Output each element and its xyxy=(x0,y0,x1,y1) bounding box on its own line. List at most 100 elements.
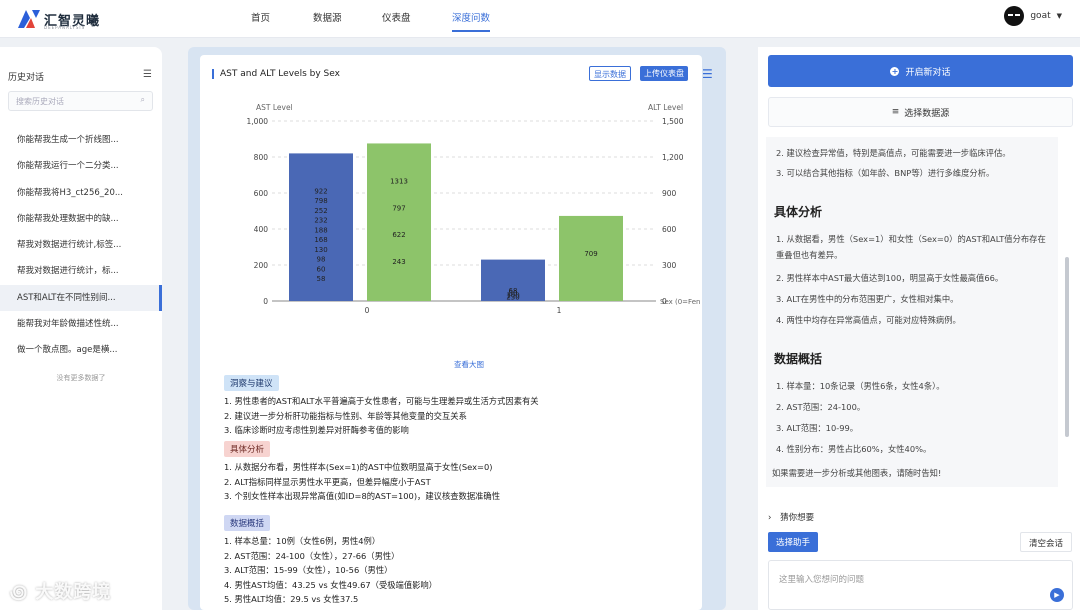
chat-item: 1. 样本量：10条记录（男性6条，女性4条）。 xyxy=(776,381,945,391)
history-list: 你能帮我生成一个折线图... 你能帮我运行一个二分类... 你能帮我将H3_ct25… xyxy=(0,127,162,364)
y-left-label: AST Level xyxy=(256,103,293,112)
send-icon[interactable]: ▶ xyxy=(1050,588,1064,602)
top-nav: 汇智灵曦 DEEPANALYSIS 首页 数据源 仪表盘 深度问数 goat ▼ xyxy=(0,0,1080,38)
chat-item: 3. ALT在男性中的分布范围更广，女性相对集中。 xyxy=(776,294,959,304)
bar-label: 188 xyxy=(314,226,327,234)
y-right-tick: 1,200 xyxy=(662,153,684,162)
x-axis-label: Sex (0=Fen xyxy=(660,298,700,306)
no-more-text: 没有更多数据了 xyxy=(56,374,106,382)
y-right-label: ALT Level xyxy=(648,103,683,112)
chart-card: AST and ALT Levels by Sex 显示数据 上传仪表盘 ☰ A… xyxy=(200,55,713,610)
history-item[interactable]: 帮我对数据进行统计,标签... xyxy=(0,232,162,258)
database-icon: ≡ xyxy=(891,107,900,117)
bar-chart: AST Level ALT Level 0 200 400 600 800 1,000 0 300… xyxy=(247,103,701,315)
chat-scrollbar[interactable] xyxy=(1065,257,1069,437)
guess-toggle[interactable]: › 猜你想要 xyxy=(768,511,814,523)
bar-label: 60 xyxy=(317,265,326,273)
bar-label: 709 xyxy=(584,250,597,258)
analysis-list: 1. 从数据分布看，男性样本(Sex=1)的AST中位数明显高于女性(Sex=0… xyxy=(224,460,500,504)
new-chat-button[interactable]: + 开启新对话 xyxy=(768,55,1073,87)
caret-down-icon: ▼ xyxy=(1056,12,1062,20)
chat-closing: 如果需要进一步分析或其他图表，请随时告知! xyxy=(772,468,942,478)
user-name: goat xyxy=(1030,11,1051,21)
analysis-item: 2. ALT指标同样显示男性水平更高，但差异幅度小于AST xyxy=(224,476,431,487)
y-left-tick: 200 xyxy=(254,261,269,270)
insight-item: 2. 建议进一步分析肝功能指标与性别、年龄等其他变量的交互关系 xyxy=(224,410,467,421)
y-right-tick: 600 xyxy=(662,225,677,234)
question-input[interactable]: 这里输入您想问的问题 ▶ xyxy=(768,560,1073,610)
chat-item: 3. ALT范围：10-99。 xyxy=(776,423,859,433)
analysis-tag: 具体分析 xyxy=(224,441,271,457)
insight-item: 3. 临床诊断时应考虑性别差异对肝酶参考值的影响 xyxy=(224,425,409,435)
bar xyxy=(559,215,623,301)
history-item[interactable]: 你能帮我运行一个二分类... xyxy=(0,153,162,179)
select-source-button[interactable]: ≡ 选择数据源 xyxy=(768,97,1073,127)
overview-item: 5. 男性ALT均值：29.5 vs 女性37.5 xyxy=(224,594,359,604)
history-item[interactable]: 你能帮我生成一个折线图... xyxy=(0,127,162,153)
bar-label: 252 xyxy=(314,207,327,215)
bar-label: 1313 xyxy=(390,177,408,185)
view-large-link[interactable]: 查看大图 xyxy=(454,359,484,370)
chat-item: 2. 建议检查异常值，特别是高值点，可能需要进一步临床评估。 xyxy=(776,148,1011,158)
history-item[interactable]: 你能帮我处理数据中的缺... xyxy=(0,206,162,232)
clear-chat-button[interactable]: 清空会话 xyxy=(1019,532,1072,552)
bar-label: 922 xyxy=(314,187,327,195)
history-search-input[interactable]: 搜索历史对话 ⌕ xyxy=(8,91,153,111)
chart-title: AST and ALT Levels by Sex xyxy=(212,69,340,79)
analysis-item: 3. 个别女性样本出现异常高值(如ID=8的AST=100)，建议核查数据准确性 xyxy=(224,491,501,501)
bar-label: 68 xyxy=(509,287,518,295)
nav-datasource[interactable]: 数据源 xyxy=(313,10,342,24)
nav-dashboard[interactable]: 仪表盘 xyxy=(382,10,411,24)
history-item[interactable]: AST和ALT在不同性别间... xyxy=(0,284,162,312)
chat-item: 3. 可以结合其他指标（如年龄、BNP等）进行多维度分析。 xyxy=(776,168,995,178)
x-tick: 1 xyxy=(557,306,562,315)
watermark-logo: ꩜ 大数跨境 xyxy=(10,578,111,605)
watermark-icon: ꩜ xyxy=(10,582,29,603)
history-item[interactable]: 你能帮我将H3_ct256_20... xyxy=(0,180,162,206)
brand-logo[interactable]: 汇智灵曦 DEEPANALYSIS xyxy=(18,8,100,30)
avatar xyxy=(1004,6,1025,26)
y-right-tick: 1,500 xyxy=(662,117,684,126)
nav-deep-query[interactable]: 深度问数 xyxy=(452,10,491,32)
guess-label: 猜你想要 xyxy=(780,513,815,523)
bar-label: 98 xyxy=(317,256,326,264)
upload-dashboard-button[interactable]: 上传仪表盘 xyxy=(640,66,688,81)
insight-tag: 洞察与建议 xyxy=(224,375,279,391)
search-icon[interactable]: ⌕ xyxy=(141,95,145,105)
chat-overview-heading: 数据概括 xyxy=(774,352,823,366)
assistant-panel: + 开启新对话 ≡ 选择数据源 2. 建议检查异常值，特别是高值点，可能需要进一… xyxy=(758,47,1080,610)
history-item[interactable]: 做一个散点图。age是横... xyxy=(0,337,162,363)
y-left-tick: 600 xyxy=(254,189,269,198)
collapse-icon[interactable]: ☰ xyxy=(143,69,152,80)
bar-label: 797 xyxy=(392,204,405,212)
y-left-tick: 400 xyxy=(254,225,269,234)
user-menu[interactable]: goat ▼ xyxy=(1004,6,1062,26)
brand-tagline: DEEPANALYSIS xyxy=(44,25,86,30)
new-chat-label: 开启新对话 xyxy=(905,67,951,78)
history-item[interactable]: 帮我对数据进行统计，标... xyxy=(0,258,162,284)
plus-icon: + xyxy=(890,66,900,76)
overview-item: 1. 样本总量：10例（女性6例，男性4例） xyxy=(224,536,381,546)
select-assistant-button[interactable]: 选择助手 xyxy=(768,532,819,552)
bar-label: 798 xyxy=(314,197,327,205)
center-panel: AST and ALT Levels by Sex 显示数据 上传仪表盘 ☰ A… xyxy=(188,47,726,610)
history-item[interactable]: 能帮我对年龄做描述性统... xyxy=(0,311,162,337)
bar-label: 58 xyxy=(317,275,326,283)
x-tick: 0 xyxy=(365,306,370,315)
bar-label: 622 xyxy=(392,231,405,239)
chat-item: 2. AST范围：24-100。 xyxy=(776,402,866,412)
analysis-item: 1. 从数据分布看，男性样本(Sex=1)的AST中位数明显高于女性(Sex=0… xyxy=(224,462,493,472)
nav-home[interactable]: 首页 xyxy=(251,10,270,24)
select-source-label: 选择数据源 xyxy=(904,108,950,119)
overview-item: 4. 男性AST均值：43.25 vs 女性49.67（受极端值影响） xyxy=(224,579,438,590)
chat-item: 1. 从数据看，男性（Sex=1）和女性（Sex=0）的AST和ALT值分布存在… xyxy=(776,234,1046,260)
list-icon[interactable]: ☰ xyxy=(702,67,713,81)
chat-item: 4. 性别分布：男性占比60%，女性40%。 xyxy=(776,444,932,454)
y-left-tick: 0 xyxy=(263,297,268,306)
y-left-tick: 1,000 xyxy=(247,117,269,126)
y-right-tick: 900 xyxy=(662,189,677,198)
overview-list: 1. 样本总量：10例（女性6例，男性4例） 2. AST范围：24-100（女性… xyxy=(224,534,437,607)
search-placeholder: 搜索历史对话 xyxy=(16,97,64,106)
bar-label: 232 xyxy=(314,217,327,225)
show-data-button[interactable]: 显示数据 xyxy=(589,66,631,81)
